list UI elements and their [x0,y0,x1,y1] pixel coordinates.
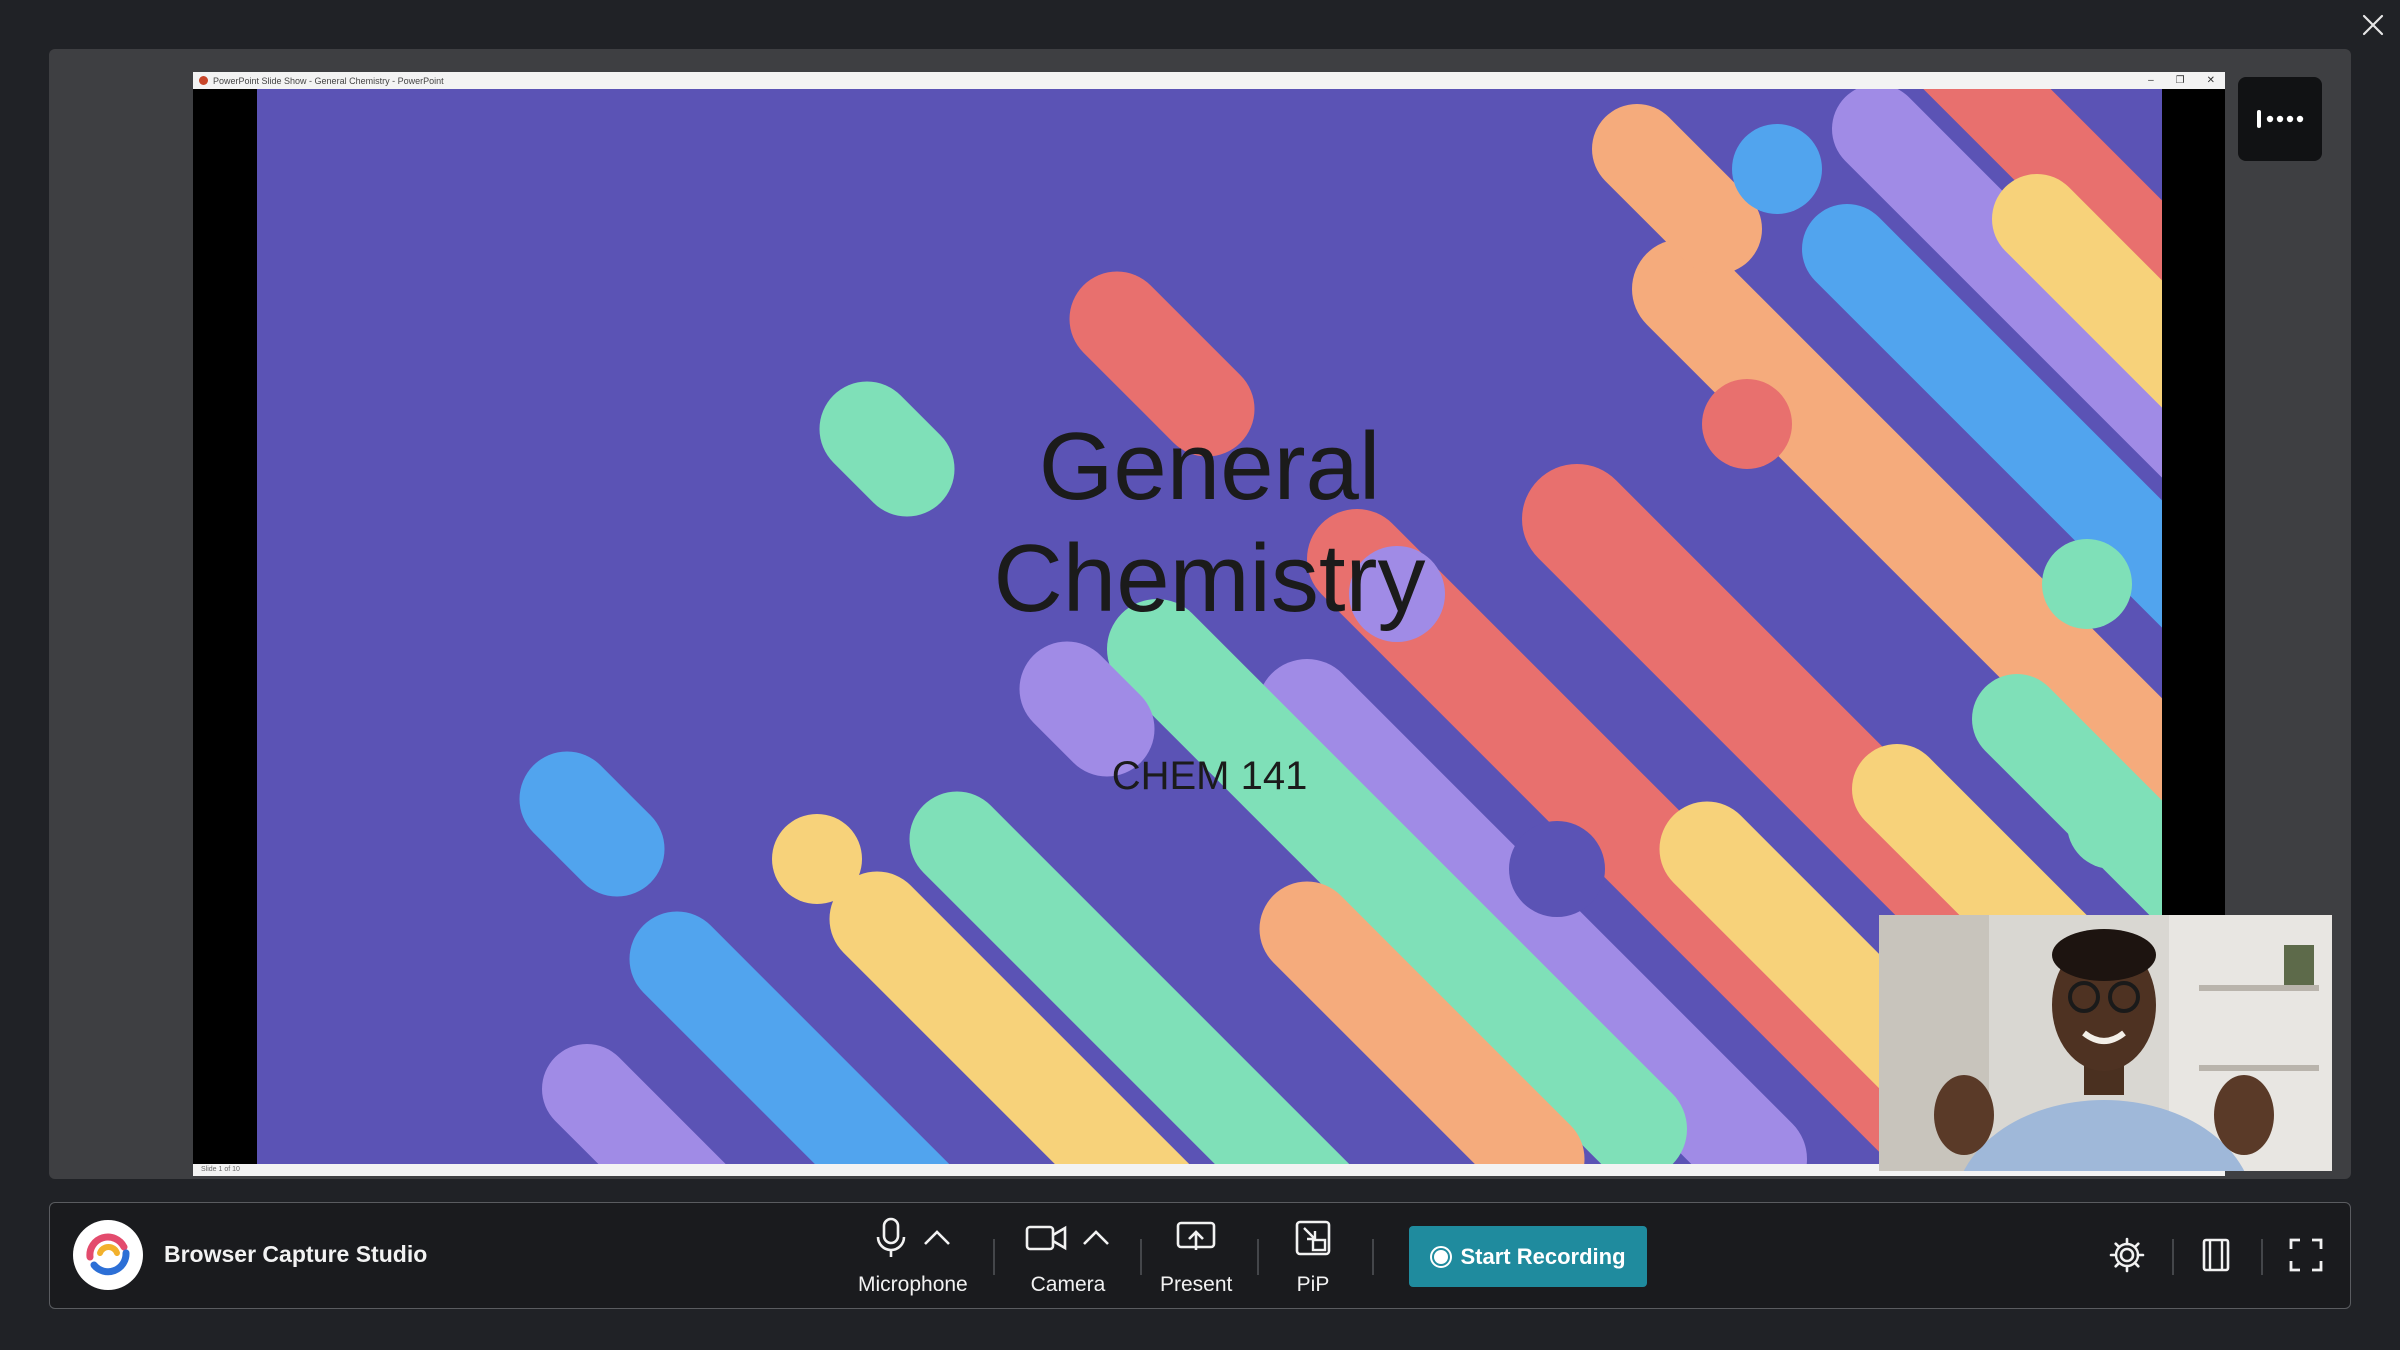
camera-menu-chevron-icon[interactable] [1081,1228,1111,1248]
app-logo-icon [73,1220,143,1290]
fullscreen-icon[interactable] [2288,1237,2324,1273]
more-icon [2257,110,2304,128]
microphone-control[interactable]: Microphone [858,1213,968,1297]
slide-title-line2: Chemistry [993,525,1426,632]
bottom-toolbar: Browser Capture Studio Microphone Camera… [49,1202,2351,1309]
microphone-icon [876,1217,906,1257]
pip-icon [1295,1220,1331,1256]
close-icon [2362,14,2384,36]
record-icon [1430,1245,1453,1268]
slide: General Chemistry CHEM 141 [257,89,2162,1164]
pip-control[interactable]: PiP [1295,1213,1331,1297]
camera-icon [1025,1225,1067,1251]
slide-title: General Chemistry [257,411,2162,635]
slide-title-line1: General [1038,413,1381,520]
microphone-label: Microphone [858,1273,968,1296]
presenter-video-image [1879,915,2332,1171]
camera-preview[interactable] [1879,915,2332,1171]
settings-icon[interactable] [2109,1237,2145,1273]
capture-stage: PowerPoint Slide Show - General Chemistr… [49,49,2351,1179]
powerpoint-logo-icon [199,76,208,85]
separator [1372,1239,1374,1275]
separator [2261,1239,2263,1275]
slide-window-title: PowerPoint Slide Show - General Chemistr… [213,75,444,86]
separator [993,1239,995,1275]
present-icon [1176,1221,1216,1250]
separator [2172,1239,2174,1275]
camera-control[interactable]: Camera [1025,1213,1111,1297]
separator [1140,1239,1142,1275]
more-options-button[interactable] [2238,77,2322,161]
start-recording-label: Start Recording [1460,1243,1626,1269]
present-label: Present [1160,1273,1233,1296]
separator [1257,1239,1259,1275]
start-recording-button[interactable]: Start Recording [1409,1226,1647,1287]
close-button[interactable] [2358,10,2388,40]
microphone-menu-chevron-icon[interactable] [922,1228,952,1248]
camera-label: Camera [1030,1273,1106,1296]
layout-icon[interactable] [2198,1237,2234,1273]
window-close-button[interactable]: ✕ [2207,75,2215,86]
minimize-button[interactable]: – [2148,75,2154,86]
pip-label: PiP [1296,1273,1330,1296]
slide-window-titlebar: PowerPoint Slide Show - General Chemistr… [193,72,2225,89]
app-name: Browser Capture Studio [164,1241,428,1267]
slide-subtitle: CHEM 141 [1111,754,1308,798]
present-control[interactable]: Present [1160,1213,1232,1297]
restore-button[interactable]: ❐ [2176,75,2185,86]
